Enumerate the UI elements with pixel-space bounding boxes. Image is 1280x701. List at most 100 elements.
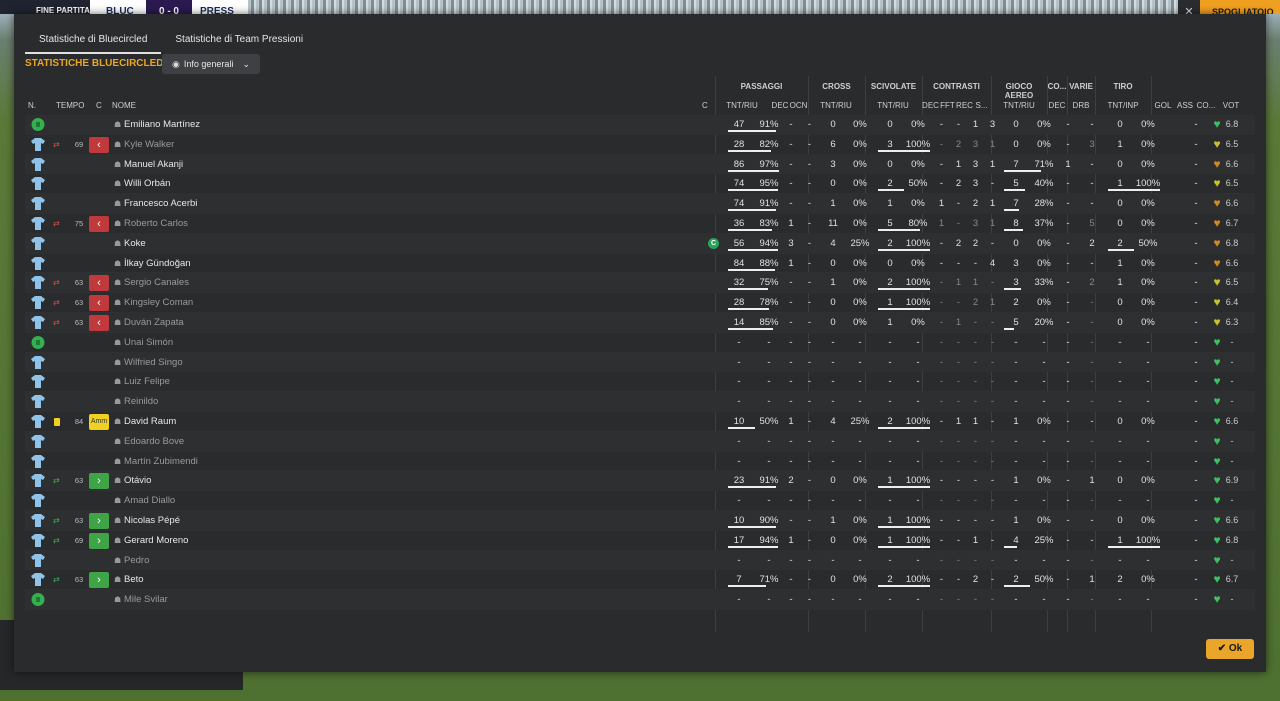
player-name[interactable]: Unai Simón xyxy=(124,333,173,353)
player-name[interactable]: Duván Zapata xyxy=(124,313,184,333)
player-name[interactable]: Wilfried Singo xyxy=(124,353,183,373)
table-row[interactable]: ⇄ 63 ‹ ☗ Duván Zapata 14 85% - -0 0% 1 0% -1- -5 20% - -… xyxy=(25,312,1255,333)
table-row[interactable]: ☗ Francesco Acerbi 74 91% - -1 0% 1 0% 1-2 1 7 28% - -… xyxy=(25,194,1255,214)
player-profile-icon[interactable]: ☗ xyxy=(114,531,121,551)
player-profile-icon[interactable]: ☗ xyxy=(114,551,121,571)
player-profile-icon[interactable]: ☗ xyxy=(114,392,121,412)
player-profile-icon[interactable]: ☗ xyxy=(114,135,121,155)
player-name[interactable]: Mile Svilar xyxy=(124,590,168,610)
player-name[interactable]: İlkay Gündoğan xyxy=(124,254,191,274)
ok-button[interactable]: ✔ Ok xyxy=(1206,639,1254,659)
player-name[interactable]: Amad Diallo xyxy=(124,491,175,511)
player-profile-icon[interactable]: ☗ xyxy=(114,511,121,531)
player-profile-icon[interactable]: ☗ xyxy=(114,353,121,373)
player-name[interactable]: Beto xyxy=(124,570,144,590)
player-name[interactable]: Gerard Moreno xyxy=(124,531,188,551)
dressing-room-button[interactable]: SPOGLIATOIO xyxy=(1200,0,1280,14)
col-header-aer-tnt[interactable]: TNT/RIU xyxy=(997,101,1041,110)
player-profile-icon[interactable]: ☗ xyxy=(114,412,121,432)
player-name[interactable]: Luiz Felipe xyxy=(124,372,170,392)
player-profile-icon[interactable]: ☗ xyxy=(114,273,121,293)
table-row[interactable]: ☗ Willi Orbán 74 95% - -0 0% 2 50% -2 3-5 40% - -1 100… xyxy=(25,174,1255,195)
table-row[interactable]: ⇄ 63 › ☗ Beto 7 71% - -0 0% 2 100% - -2-2 50% -1 2 0% - ♥ 6.… xyxy=(25,570,1255,591)
tab-bluecircled-stats[interactable]: Statistiche di Bluecircled xyxy=(25,28,162,54)
table-row[interactable]: 84 Amm ☗ David Raum 10 50% 1-4 25% 2 100% -1 1-1 0% -… xyxy=(25,412,1255,432)
table-row[interactable]: ☗ Martín Zubimendi - - - - - - - - - - - - - - - - - - - ♥ - xyxy=(25,452,1255,472)
player-profile-icon[interactable]: ☗ xyxy=(114,432,121,452)
player-name[interactable]: Francesco Acerbi xyxy=(124,194,197,214)
table-row[interactable]: ☗ Emiliano Martínez 47 91% - -0 0% 0 0% - -1 3 0 0% - -… xyxy=(25,115,1255,135)
col-header-co-dec[interactable]: DEC xyxy=(1047,101,1067,110)
player-name[interactable]: Willi Orbán xyxy=(124,174,170,194)
table-row[interactable]: ☗ Manuel Akanji 86 97% - -3 0% 0 0% -1 3 1 7 71% 1-0 0%… xyxy=(25,154,1255,175)
col-header-con-dec[interactable]: DEC xyxy=(922,101,939,110)
player-name[interactable]: Kyle Walker xyxy=(124,135,174,155)
player-profile-icon[interactable]: ☗ xyxy=(114,234,121,254)
player-profile-icon[interactable]: ☗ xyxy=(114,313,121,333)
player-name[interactable]: Edoardo Bove xyxy=(124,432,184,452)
player-name[interactable]: Otávio xyxy=(124,471,151,491)
table-row[interactable]: ☗ Luiz Felipe - - - - - - - - - - - - - - - - - - - ♥ - xyxy=(25,372,1255,393)
table-row[interactable]: ☗ Pedro - - - - - - - - - - - - - - - - - - - ♥ - xyxy=(25,550,1255,571)
player-name[interactable]: Koke xyxy=(124,234,146,254)
col-header-sciv-tnt[interactable]: TNT/RIU xyxy=(871,101,915,110)
player-name[interactable]: Manuel Akanji xyxy=(124,155,183,175)
close-icon[interactable]: ✕ xyxy=(1178,0,1200,14)
table-row[interactable]: ⇄ 63 › ☗ Nicolas Pépé 10 90% - -1 0% 1 100% - - - -1 0% -… xyxy=(25,510,1255,531)
player-profile-icon[interactable]: ☗ xyxy=(114,254,121,274)
player-profile-icon[interactable]: ☗ xyxy=(114,214,121,234)
view-dropdown[interactable]: ◉ Info generali ⌄ xyxy=(162,54,260,74)
col-header-cross-tnt[interactable]: TNT/RIU xyxy=(814,101,858,110)
player-profile-icon[interactable]: ☗ xyxy=(114,194,121,214)
player-profile-icon[interactable]: ☗ xyxy=(114,115,121,135)
col-header-con-fft[interactable]: FFT xyxy=(939,101,956,110)
player-profile-icon[interactable]: ☗ xyxy=(114,155,121,175)
player-profile-icon[interactable]: ☗ xyxy=(114,570,121,590)
col-header-condition[interactable]: CO... xyxy=(1195,101,1217,110)
table-row[interactable]: ☗ Koke C 56 94% 3-4 25% 2 100% -2 2-0 0% -2 2 50% - ♥ 6.8 xyxy=(25,233,1255,254)
player-profile-icon[interactable]: ☗ xyxy=(114,293,121,313)
col-header-ass[interactable]: ASS xyxy=(1175,101,1195,110)
col-header-c[interactable]: C xyxy=(96,101,102,110)
table-row[interactable]: ☗ Reinildo - - - - - - - - - - - - - - - - - - - ♥ - xyxy=(25,392,1255,412)
col-header-pass-ocn[interactable]: OCN xyxy=(789,101,808,110)
col-header-gol[interactable]: GOL xyxy=(1153,101,1173,110)
tab-team-pressioni-stats[interactable]: Statistiche di Team Pressioni xyxy=(161,28,317,54)
player-profile-icon[interactable]: ☗ xyxy=(114,174,121,194)
table-row[interactable]: ⇄ 69 ‹ ☗ Kyle Walker 28 82% - -6 0% 3 100% -2 3 1 0 0% -3… xyxy=(25,135,1255,155)
col-header-vot[interactable]: VOT xyxy=(1220,101,1242,110)
player-name[interactable]: Pedro xyxy=(124,551,149,571)
player-name[interactable]: Emiliano Martínez xyxy=(124,115,200,135)
table-row[interactable]: ☗ Mile Svilar - - - - - - - - - - - - - - - - - - - ♥ - xyxy=(25,590,1255,610)
player-profile-icon[interactable]: ☗ xyxy=(114,590,121,610)
player-profile-icon[interactable]: ☗ xyxy=(114,333,121,353)
col-header-number[interactable]: N. xyxy=(28,101,36,110)
col-header-drb[interactable]: DRB xyxy=(1067,101,1095,110)
player-name[interactable]: Martín Zubimendi xyxy=(124,452,198,472)
player-profile-icon[interactable]: ☗ xyxy=(114,452,121,472)
player-name[interactable]: Reinildo xyxy=(124,392,158,412)
player-name[interactable]: Kingsley Coman xyxy=(124,293,193,313)
table-row[interactable]: ☗ Amad Diallo - - - - - - - - - - - - - - - - - - - ♥ - xyxy=(25,491,1255,511)
player-name[interactable]: Roberto Carlos xyxy=(124,214,188,234)
col-header-nome[interactable]: NOME xyxy=(112,101,136,110)
player-name[interactable]: Nicolas Pépé xyxy=(124,511,180,531)
table-row[interactable]: ⇄ 75 ‹ ☗ Roberto Carlos 36 83% 1-11 0% 5 80% 1-3 1 8 3… xyxy=(25,214,1255,234)
player-profile-icon[interactable]: ☗ xyxy=(114,471,121,491)
table-row[interactable]: ⇄ 63 ‹ ☗ Kingsley Coman 28 78% - -0 0% 1 100% - -2 1 2 0… xyxy=(25,293,1255,313)
col-header-tempo[interactable]: TEMPO xyxy=(56,101,84,110)
player-profile-icon[interactable]: ☗ xyxy=(114,372,121,392)
col-header-pass-dec[interactable]: DEC xyxy=(771,101,789,110)
player-name[interactable]: David Raum xyxy=(124,412,176,432)
col-header-tiro[interactable]: TNT/INP xyxy=(1101,101,1145,110)
player-name[interactable]: Sergio Canales xyxy=(124,273,189,293)
table-row[interactable]: ⇄ 63 ‹ ☗ Sergio Canales 32 75% - -1 0% 2 100% -1 1-3 3… xyxy=(25,273,1255,294)
player-profile-icon[interactable]: ☗ xyxy=(114,491,121,511)
table-row[interactable]: ☗ Wilfried Singo - - - - - - - - - - - - - - - - - - - ♥ - xyxy=(25,352,1255,373)
col-header-pass-tnt[interactable]: TNT/RIU xyxy=(720,101,764,110)
table-row[interactable]: ☗ Unai Simón - - - - - - - - - - - - - - - - - - - ♥ - xyxy=(25,333,1255,353)
col-header-captain[interactable]: C xyxy=(702,101,708,110)
col-header-con-rec[interactable]: REC xyxy=(956,101,973,110)
table-row[interactable]: ☗ Edoardo Bove - - - - - - - - - - - - - - - - - - - ♥ - xyxy=(25,431,1255,452)
table-row[interactable]: ⇄ 63 › ☗ Otávio 23 91% 2-0 0% 1 100% - - - -1 0% -1 0 0% - ♥… xyxy=(25,471,1255,492)
